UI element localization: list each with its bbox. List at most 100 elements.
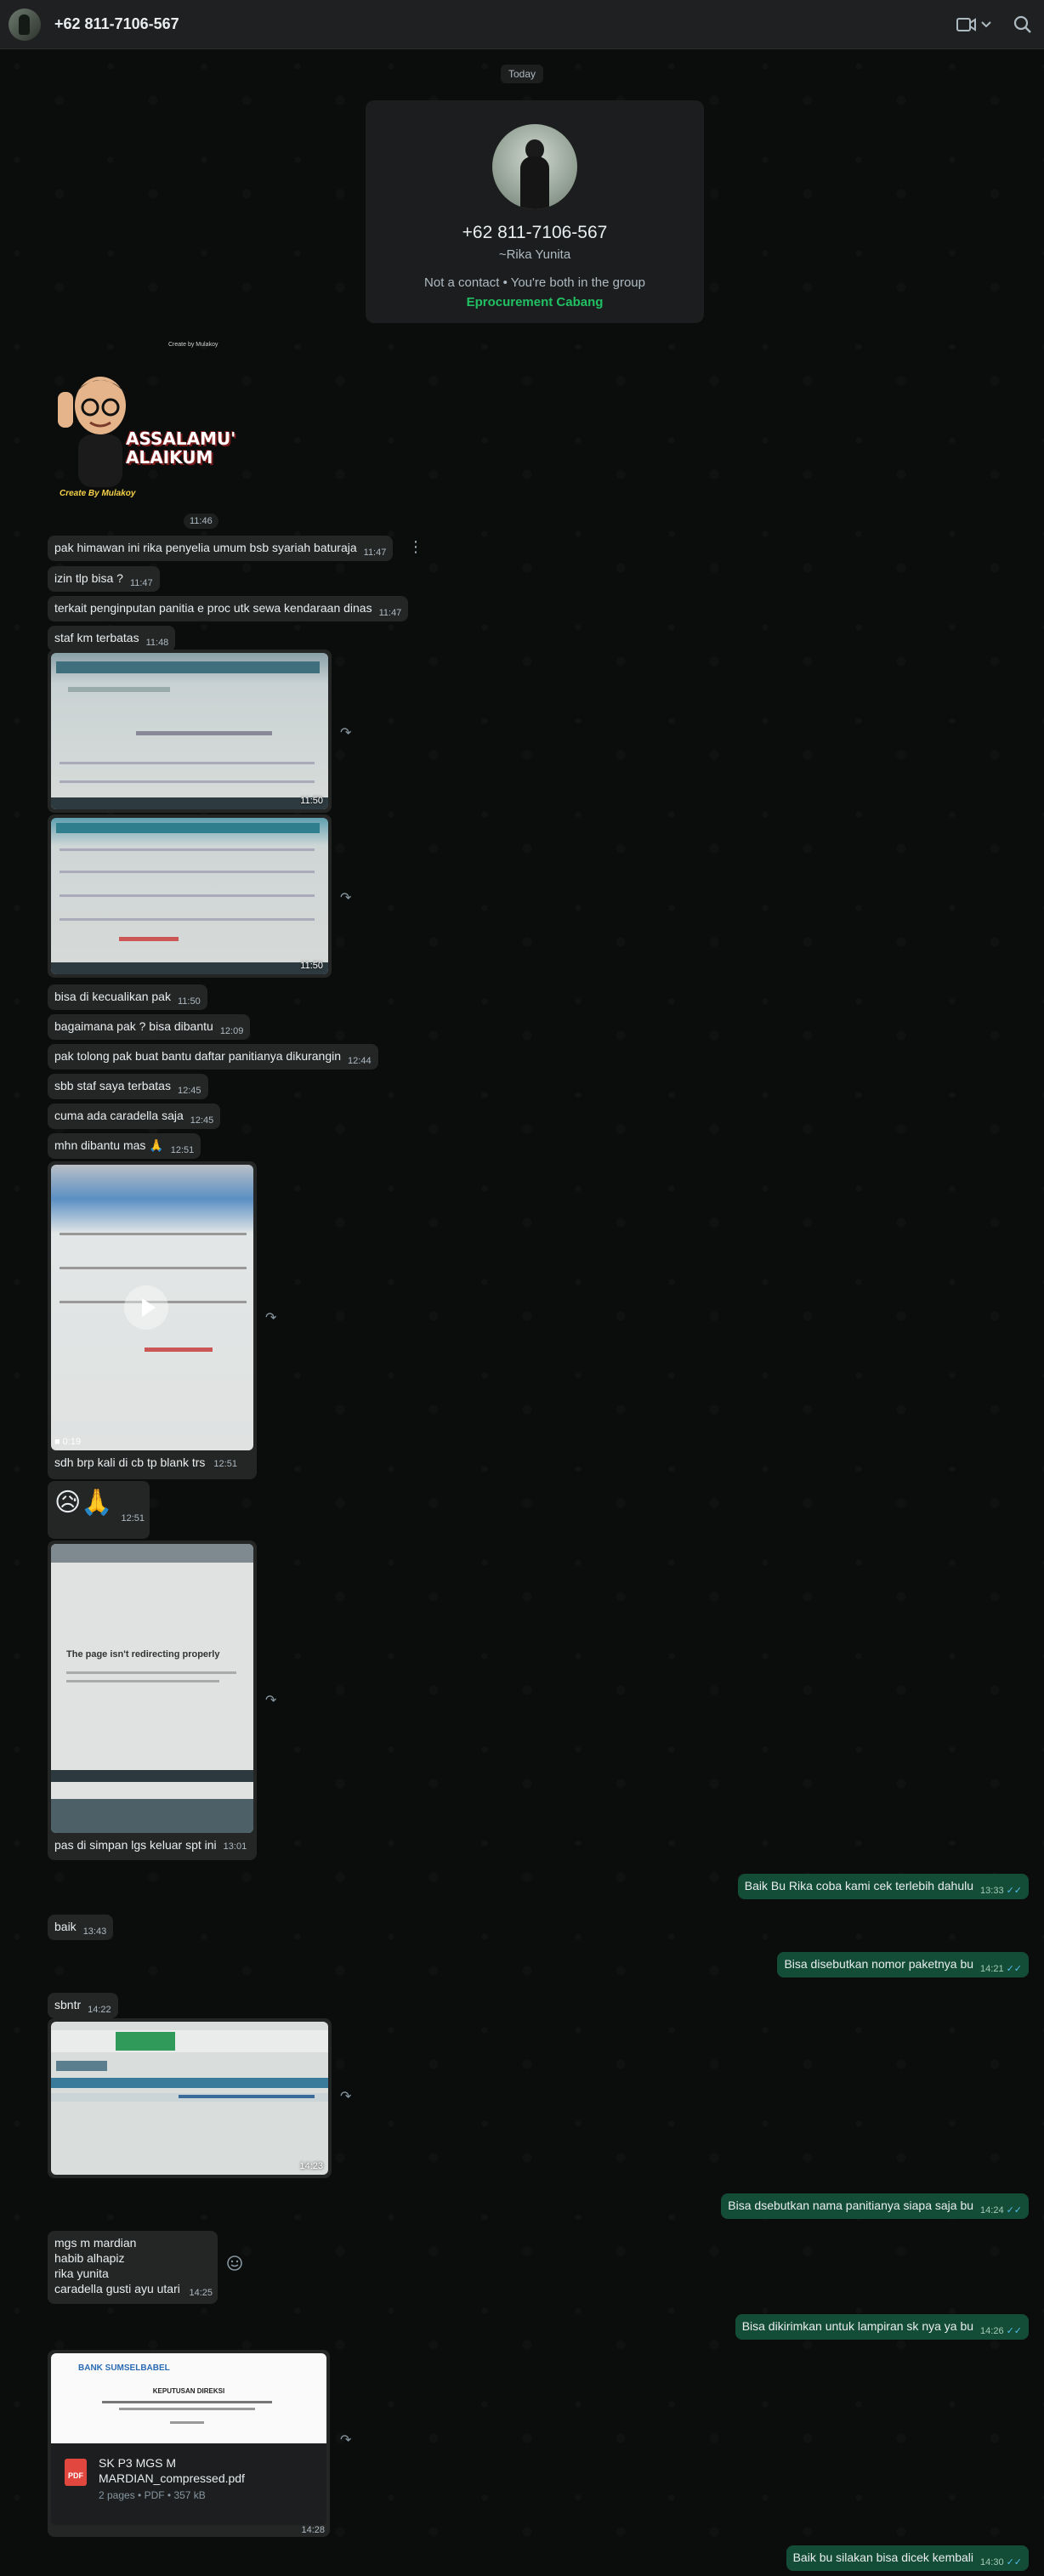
group-link[interactable]: Eprocurement Cabang bbox=[366, 295, 704, 309]
read-ticks-icon: ✓✓ bbox=[1006, 1886, 1022, 1896]
message-bubble[interactable]: mgs m mardian habib alhapiz rika yunita … bbox=[48, 2231, 218, 2304]
message-text: Baik Bu Rika coba kami cek terlebih dahu… bbox=[744, 1879, 974, 1892]
message-text: Baik bu silakan bisa dicek kembali bbox=[792, 2550, 974, 2564]
chevron-down-icon bbox=[981, 20, 991, 27]
image-time: 11:50 bbox=[300, 796, 323, 806]
message-text: pak himawan ini rika penyelia umum bsb s… bbox=[54, 541, 357, 554]
message-time: 12:45 bbox=[177, 1086, 201, 1096]
message-time: 14:25 bbox=[189, 2288, 213, 2298]
message-time: 12:51 bbox=[170, 1145, 195, 1155]
forward-icon[interactable]: ↷ bbox=[340, 2088, 351, 2105]
document-preview: BANK SUMSELBABEL KEPUTUSAN DIREKSI bbox=[51, 2353, 326, 2443]
image-message[interactable]: 11:50 bbox=[48, 814, 332, 978]
message-time: 11:47 bbox=[378, 608, 402, 618]
document-message[interactable]: BANK SUMSELBABEL KEPUTUSAN DIREKSI PDF S… bbox=[48, 2350, 330, 2537]
screenshot-image: The page isn't redirecting properly bbox=[51, 1544, 253, 1833]
search-icon bbox=[1013, 15, 1031, 33]
message-time: 14:22 bbox=[88, 2005, 111, 2015]
search-button[interactable] bbox=[1013, 15, 1032, 34]
message-text: bagaimana pak ? bisa dibantu bbox=[54, 1019, 213, 1033]
screenshot-image bbox=[51, 2022, 328, 2175]
message-bubble[interactable]: mhn dibantu mas 🙏 12:51 bbox=[48, 1133, 201, 1159]
document-meta: 2 pages • PDF • 357 kB bbox=[99, 2489, 206, 2501]
message-text: izin tlp bisa ? bbox=[54, 571, 123, 585]
forward-icon[interactable]: ↷ bbox=[340, 2431, 351, 2448]
emoji-message[interactable]: 😥🙏 12:51 bbox=[48, 1481, 150, 1539]
message-bubble[interactable]: Baik bu silakan bisa dicek kembali 14:30 ✓… bbox=[786, 2545, 1029, 2571]
play-button[interactable] bbox=[124, 1285, 168, 1330]
message-bubble[interactable]: staf km terbatas 11:48 bbox=[48, 626, 176, 651]
sticker-caption: Create by Mulakoy bbox=[168, 342, 218, 348]
message-time: 12:44 bbox=[348, 1056, 372, 1066]
message-bubble[interactable]: Baik Bu Rika coba kami cek terlebih dahu… bbox=[737, 1874, 1029, 1899]
image-caption: pas di simpan lgs keluar spt ini bbox=[54, 1838, 217, 1852]
message-bubble[interactable]: baik 13:43 bbox=[48, 1915, 114, 1940]
emoji-reaction-button[interactable] bbox=[226, 2255, 243, 2276]
message-text: terkait penginputan panitia e proc utk s… bbox=[54, 601, 372, 615]
forward-icon[interactable]: ↷ bbox=[340, 889, 351, 906]
message-time: 14:26 bbox=[980, 2326, 1004, 2336]
forward-icon[interactable]: ↷ bbox=[340, 724, 351, 741]
message-time: 11:47 bbox=[363, 548, 387, 558]
image-message[interactable]: The page isn't redirecting properly pas … bbox=[48, 1540, 257, 1860]
message-bubble[interactable]: Bisa disebutkan nomor paketnya bu 14:21 ✓✓ bbox=[777, 1952, 1029, 1977]
message-text: bisa di kecualikan pak bbox=[54, 990, 171, 1003]
video-time: 12:51 bbox=[213, 1459, 237, 1469]
message-bubble[interactable]: bagaimana pak ? bisa dibantu 12:09 bbox=[48, 1014, 251, 1040]
sticker-time: 11:46 bbox=[184, 513, 218, 529]
read-ticks-icon: ✓✓ bbox=[1006, 1964, 1022, 1974]
forward-icon[interactable]: ↷ bbox=[265, 1692, 276, 1709]
video-caption: sdh brp kali di cb tp blank trs bbox=[54, 1455, 206, 1469]
more-options-icon[interactable]: ⋮ bbox=[408, 538, 423, 556]
message-bubble[interactable]: Bisa dikirimkan untuk lampiran sk nya ya… bbox=[735, 2314, 1029, 2340]
sticker-credit: Create By Mulakoy bbox=[60, 489, 136, 498]
message-text: baik bbox=[54, 1920, 77, 1933]
read-ticks-icon: ✓✓ bbox=[1006, 2205, 1022, 2216]
message-bubble[interactable]: cuma ada caradella saja 12:45 bbox=[48, 1104, 221, 1129]
message-text: mhn dibantu mas 🙏 bbox=[54, 1138, 164, 1152]
read-ticks-icon: ✓✓ bbox=[1006, 2326, 1022, 2336]
message-time: 13:33 bbox=[980, 1886, 1004, 1896]
message-time: 14:24 bbox=[980, 2205, 1004, 2216]
error-title: The page isn't redirecting properly bbox=[66, 1649, 220, 1660]
contact-note: Not a contact • You're both in the group bbox=[424, 275, 645, 290]
contact-avatar[interactable] bbox=[492, 124, 577, 209]
video-call-button[interactable] bbox=[956, 17, 991, 32]
message-time: 11:50 bbox=[177, 996, 201, 1007]
date-divider: Today bbox=[501, 65, 543, 83]
image-message[interactable]: 11:50 bbox=[48, 650, 332, 813]
pdf-file-icon: PDF bbox=[65, 2459, 87, 2486]
memoji-sticker-icon bbox=[58, 377, 126, 487]
message-text: Bisa dsebutkan nama panitianya siapa saj… bbox=[728, 2199, 974, 2212]
image-message[interactable]: 14:23 bbox=[48, 2018, 332, 2178]
sticker-message[interactable]: ASSALAMU' ALAIKUM Create By Mulakoy bbox=[54, 361, 235, 506]
image-time: 14:23 bbox=[299, 2161, 323, 2171]
sticker-line-1: ASSALAMU' bbox=[126, 428, 236, 449]
forward-icon[interactable]: ↷ bbox=[265, 1309, 276, 1326]
message-bubble[interactable]: izin tlp bisa ? 11:47 bbox=[48, 566, 160, 592]
message-bubble[interactable]: bisa di kecualikan pak 11:50 bbox=[48, 984, 207, 1010]
document-time: 14:28 bbox=[301, 2525, 325, 2535]
message-bubble[interactable]: sbntr 14:22 bbox=[48, 1993, 118, 2018]
message-text: sbntr bbox=[54, 1998, 82, 2011]
message-time: 14:21 bbox=[980, 1964, 1004, 1974]
message-line: habib alhapiz bbox=[54, 2251, 125, 2265]
message-bubble[interactable]: pak tolong pak buat bantu daftar panitia… bbox=[48, 1044, 378, 1070]
message-bubble[interactable]: terkait penginputan panitia e proc utk s… bbox=[48, 596, 409, 621]
message-text: Bisa dikirimkan untuk lampiran sk nya ya… bbox=[741, 2319, 974, 2333]
message-text: pak tolong pak buat bantu daftar panitia… bbox=[54, 1049, 342, 1063]
message-bubble[interactable]: sbb staf saya terbatas 12:45 bbox=[48, 1074, 208, 1099]
message-line: mgs m mardian bbox=[54, 2236, 137, 2250]
avatar[interactable] bbox=[9, 8, 41, 41]
video-duration: ■ 0:19 bbox=[54, 1437, 82, 1447]
document-heading: KEPUTUSAN DIREKSI bbox=[152, 2387, 225, 2395]
video-camera-icon bbox=[956, 17, 976, 31]
document-name: SK P3 MGS M MARDIAN_compressed.pdf bbox=[99, 2456, 245, 2485]
message-time: 13:43 bbox=[82, 1926, 107, 1937]
message-bubble[interactable]: Bisa dsebutkan nama panitianya siapa saj… bbox=[721, 2193, 1029, 2219]
message-bubble[interactable]: pak himawan ini rika penyelia umum bsb s… bbox=[48, 536, 394, 561]
image-time: 11:50 bbox=[300, 961, 323, 971]
contact-name: ~Rika Yunita bbox=[498, 247, 571, 262]
contact-title[interactable]: +62 811-7106-567 bbox=[54, 15, 956, 33]
message-line: caradella gusti ayu utari bbox=[54, 2282, 180, 2295]
